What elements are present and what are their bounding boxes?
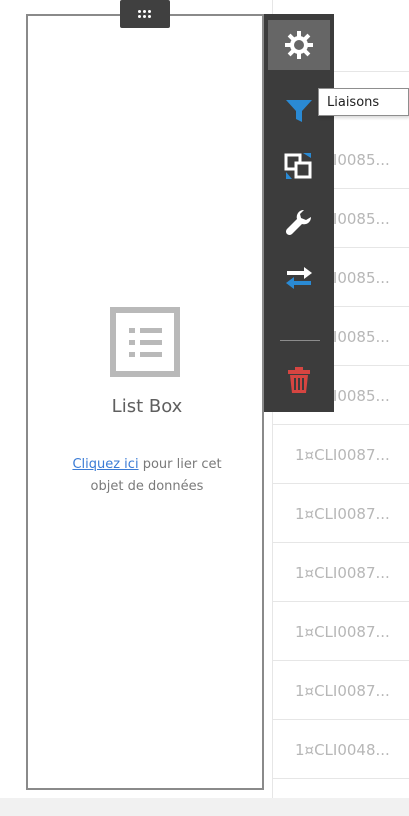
list-box-help-text: Cliquez ici pour lier cet objet de donné…: [44, 454, 250, 498]
trash-icon: [288, 367, 310, 393]
help-text-part2: objet de données: [90, 479, 204, 494]
list-box-title: List Box: [111, 396, 183, 417]
table-row[interactable]: 1¤CLI0087...: [273, 544, 409, 602]
list-box-icon: [110, 307, 180, 377]
grip-dots-icon: [138, 10, 152, 18]
help-text-part1: pour lier cet: [138, 457, 222, 472]
toolbar-separator: [280, 340, 320, 341]
table-row[interactable]: 1¤CLI0048...: [273, 721, 409, 779]
drag-handle[interactable]: [120, 0, 170, 28]
tools-button[interactable]: [264, 196, 334, 248]
swap-arrows-icon: [286, 267, 312, 289]
overlap-windows-icon: [284, 153, 312, 179]
layout-button[interactable]: [264, 140, 334, 192]
links-tooltip: Liaisons: [318, 88, 409, 116]
table-row[interactable]: 1¤CLI0087...: [273, 426, 409, 484]
swap-button[interactable]: [264, 252, 334, 304]
delete-button[interactable]: [264, 354, 334, 406]
table-row[interactable]: 1¤CLI0087...: [273, 485, 409, 543]
screen: 1 1¤CLI0085... 1¤CLI0085... 1¤CLI0085...…: [0, 0, 409, 816]
bottom-scroll-area: [0, 798, 409, 816]
filter-icon: [286, 100, 312, 122]
wrench-icon: [285, 209, 312, 236]
table-cell: 1¤CLI0048...: [295, 740, 390, 759]
gear-icon: [285, 31, 313, 59]
settings-button[interactable]: [268, 20, 330, 70]
table-cell: 1¤CLI0087...: [295, 681, 390, 700]
bind-data-link[interactable]: Cliquez ici: [72, 457, 138, 472]
object-toolbar: [264, 14, 334, 412]
table-row[interactable]: 1¤CLI0087...: [273, 662, 409, 720]
table-cell: 1¤CLI0087...: [295, 504, 390, 523]
table-cell: 1¤CLI0087...: [295, 445, 390, 464]
table-cell: 1¤CLI0087...: [295, 563, 390, 582]
table-row[interactable]: 1¤CLI0087...: [273, 603, 409, 661]
table-cell: 1¤CLI0087...: [295, 622, 390, 641]
